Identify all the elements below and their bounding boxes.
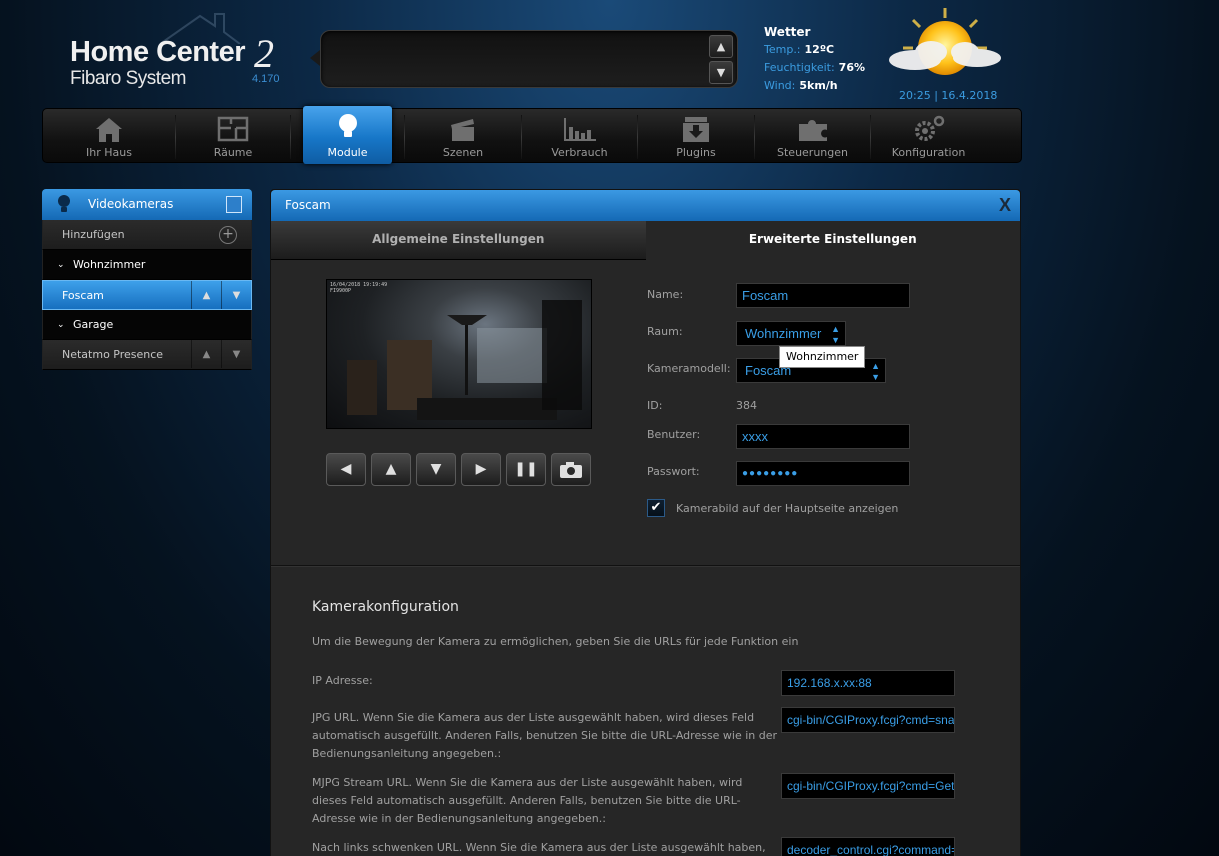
- camera-settings-panel: Foscam X Allgemeine Einstellungen Erweit…: [270, 189, 1021, 856]
- config-description: Um die Bewegung der Kamera zu ermögliche…: [312, 635, 799, 648]
- clapper-icon: [451, 119, 474, 141]
- tilt-up-button[interactable]: ▲: [371, 453, 411, 486]
- id-value: 384: [736, 399, 757, 412]
- user-label: Benutzer:: [647, 428, 701, 441]
- nav-ihr-haus[interactable]: Ihr Haus: [43, 109, 175, 164]
- nav-module[interactable]: Module: [303, 106, 392, 164]
- mjpg-url-input[interactable]: cgi-bin/CGIProxy.fcgi?cmd=GetMJStream: [781, 773, 955, 799]
- sun-cloud-icon: [889, 8, 1001, 75]
- room-label: Raum:: [647, 325, 683, 338]
- message-down-button[interactable]: ▼: [709, 61, 733, 84]
- chevron-down-icon: ⌄: [57, 320, 65, 330]
- name-input[interactable]: Foscam: [736, 283, 910, 308]
- panel-header: Foscam X: [271, 190, 1020, 221]
- sidebar-item-foscam[interactable]: Foscam ▲ ▼: [42, 280, 252, 310]
- sidebar-item-netatmo[interactable]: Netatmo Presence ▲ ▼: [42, 340, 252, 370]
- plus-icon: +: [219, 226, 237, 244]
- password-input[interactable]: ●●●●●●●●: [736, 461, 910, 486]
- spinner-arrows-icon: ▲ ▼: [831, 324, 840, 345]
- show-on-main-label: Kamerabild auf der Hauptseite anzeigen: [676, 502, 899, 515]
- logo-title: Home Center: [70, 36, 246, 68]
- settings-tabs: Allgemeine Einstellungen Erweiterte Eins…: [271, 221, 1020, 260]
- floorplan-icon: [217, 116, 249, 142]
- puzzle-icon: [798, 120, 827, 141]
- section-divider: [271, 565, 1020, 567]
- weather-temp: Temp.: 12ºC: [764, 43, 835, 56]
- name-label: Name:: [647, 288, 684, 301]
- message-up-button[interactable]: ▲: [709, 35, 733, 58]
- mjpg-url-label: MJPG Stream URL. Wenn Sie die Kamera aus…: [312, 776, 743, 825]
- nav-steuerungen[interactable]: Steuerungen: [755, 109, 870, 164]
- camera-controls: ◀ ▲ ▼ ▶ ❚❚: [326, 453, 591, 486]
- sidebar: Videokameras Hinzufügen + ⌄ Wohnzimmer F…: [42, 189, 252, 370]
- nav-separator: [290, 115, 291, 159]
- sidebar-title: Videokameras: [88, 197, 174, 211]
- pan-left-button[interactable]: ◀: [326, 453, 366, 486]
- nav-szenen[interactable]: Szenen: [405, 109, 521, 164]
- tab-advanced-settings[interactable]: Erweiterte Einstellungen: [645, 221, 1020, 260]
- logo-number: 2: [254, 31, 274, 76]
- room-tooltip: Wohnzimmer: [779, 346, 866, 368]
- house-icon: [96, 118, 122, 142]
- nav-konfiguration[interactable]: Konfiguration: [871, 109, 986, 164]
- move-down-icon[interactable]: ▼: [221, 281, 251, 309]
- message-box-pointer: [310, 50, 320, 66]
- user-input[interactable]: xxxx: [736, 424, 910, 449]
- message-box: ▲ ▼: [320, 30, 738, 88]
- spinner-arrows-icon: ▲ ▼: [871, 361, 880, 382]
- sidebar-add-camera[interactable]: Hinzufügen +: [42, 220, 252, 250]
- sidebar-header: Videokameras: [42, 189, 252, 220]
- camera-scene: [347, 300, 582, 420]
- password-label: Passwort:: [647, 465, 700, 478]
- version-label: 4.170: [252, 73, 280, 85]
- pan-right-button[interactable]: ▶: [461, 453, 501, 486]
- weather-wind: Wind: 5km/h: [764, 79, 838, 92]
- move-up-icon[interactable]: ▲: [191, 281, 221, 309]
- snapshot-button[interactable]: [551, 453, 591, 486]
- sidebar-room-garage[interactable]: ⌄ Garage: [42, 310, 252, 340]
- camera-icon: [560, 462, 582, 478]
- nav-plugins[interactable]: Plugins: [638, 109, 754, 164]
- sidebar-room-wohnzimmer[interactable]: ⌄ Wohnzimmer: [42, 250, 252, 280]
- jpg-url-label: JPG URL. Wenn Sie die Kamera aus der Lis…: [312, 711, 778, 760]
- bulb-icon: [338, 114, 357, 137]
- move-down-icon[interactable]: ▼: [221, 340, 251, 368]
- weather-datetime: 20:25 | 16.4.2018: [899, 89, 998, 102]
- nav-verbrauch[interactable]: Verbrauch: [522, 109, 637, 164]
- weather-humidity: Feuchtigkeit: 76%: [764, 61, 866, 74]
- bulb-icon: [58, 195, 70, 212]
- room-select[interactable]: Wohnzimmer ▲ ▼: [736, 321, 846, 346]
- download-box-icon: [683, 117, 709, 142]
- camera-timestamp: 16/04/2018 19:19:49 FI9900P: [330, 282, 388, 294]
- id-label: ID:: [647, 399, 663, 412]
- ip-label: IP Adresse:: [312, 674, 373, 687]
- gears-icon: [914, 115, 944, 141]
- camera-model-label: Kameramodell:: [647, 362, 731, 375]
- pause-button[interactable]: ❚❚: [506, 453, 546, 486]
- camera-preview: 16/04/2018 19:19:49 FI9900P: [326, 279, 592, 429]
- move-up-icon[interactable]: ▲: [191, 340, 221, 368]
- nav-raeume[interactable]: Räume: [176, 109, 290, 164]
- logo-subtitle: Fibaro System: [70, 68, 186, 89]
- chevron-down-icon: ⌄: [57, 260, 65, 270]
- jpg-url-input[interactable]: cgi-bin/CGIProxy.fcgi?cmd=snapPicture2: [781, 707, 955, 733]
- ip-input[interactable]: 192.168.x.xx:88: [781, 670, 955, 696]
- tilt-down-button[interactable]: ▼: [416, 453, 456, 486]
- tab-general-settings[interactable]: Allgemeine Einstellungen: [271, 221, 646, 260]
- show-on-main-checkbox[interactable]: ✔: [647, 499, 665, 517]
- close-button[interactable]: X: [999, 190, 1011, 221]
- config-title: Kamerakonfiguration: [312, 599, 459, 615]
- pan-left-url-label: Nach links schwenken URL. Wenn Sie die K…: [312, 841, 766, 854]
- pan-left-url-input[interactable]: decoder_control.cgi?command=4: [781, 837, 955, 856]
- main-navigation: Ihr Haus Räume Module Szenen Verbrauch P…: [42, 106, 1022, 164]
- weather-title: Wetter: [764, 25, 811, 39]
- chart-icon: [563, 118, 596, 141]
- list-view-icon[interactable]: [226, 196, 242, 213]
- panel-title: Foscam: [285, 198, 331, 212]
